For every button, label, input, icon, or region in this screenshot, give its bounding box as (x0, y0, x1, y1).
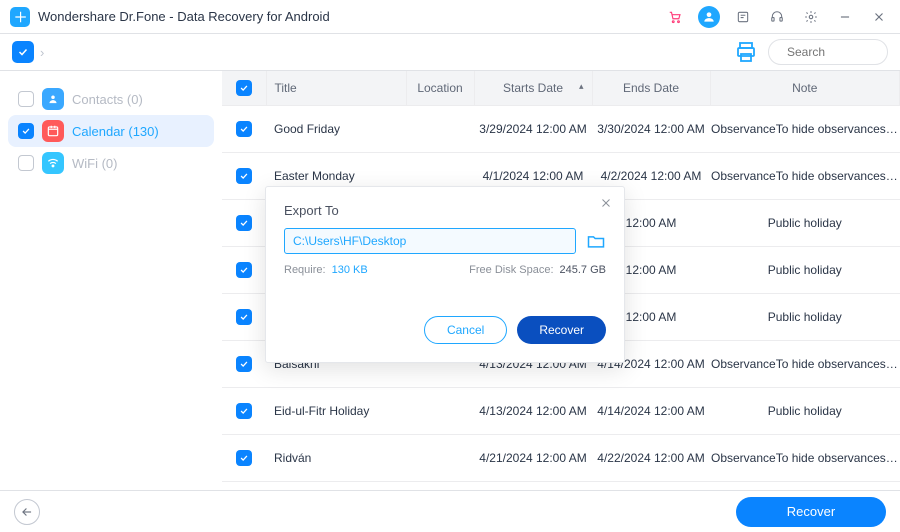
checkbox[interactable] (18, 91, 34, 107)
calendar-icon (42, 120, 64, 142)
app-logo (10, 7, 30, 27)
checkbox[interactable] (18, 155, 34, 171)
header-note[interactable]: Note (710, 71, 900, 105)
close-icon[interactable] (596, 193, 616, 213)
sidebar: Contacts (0) Calendar (130) WiFi (0) (0, 71, 222, 490)
search-input[interactable] (768, 39, 888, 65)
require-label: Require:130 KB (284, 264, 368, 276)
search-field[interactable] (785, 44, 900, 60)
browse-folder-icon[interactable] (586, 231, 606, 251)
cell-note: ObservanceTo hide observances, go to… (710, 105, 900, 152)
header-ends-date[interactable]: Ends Date (592, 71, 710, 105)
wifi-icon (42, 152, 64, 174)
cell-starts: 4/21/2024 12:00 AM (474, 434, 592, 481)
cart-icon[interactable] (664, 6, 686, 28)
sidebar-item-wifi[interactable]: WiFi (0) (8, 147, 214, 179)
recover-button[interactable]: Recover (736, 497, 886, 527)
row-checkbox[interactable] (236, 403, 252, 419)
toolbar: › (0, 34, 900, 70)
row-checkbox[interactable] (236, 262, 252, 278)
cell-starts: 3/29/2024 12:00 AM (474, 105, 592, 152)
cell-note: Public holiday (710, 387, 900, 434)
cell-note: ObservanceTo hide observances, go to… (710, 152, 900, 199)
footer: Recover (0, 490, 900, 532)
cell-location (406, 434, 474, 481)
print-icon[interactable] (734, 40, 758, 64)
cell-ends: 3/30/2024 12:00 AM (592, 105, 710, 152)
close-window-icon[interactable] (868, 6, 890, 28)
export-modal: Export To Require:130 KB Free Disk Space… (265, 186, 625, 363)
header-title[interactable]: Title (266, 71, 406, 105)
window-title: Wondershare Dr.Fone - Data Recovery for … (38, 9, 330, 24)
table-row[interactable]: Eid-ul-Fitr Holiday 4/13/2024 12:00 AM4/1… (222, 387, 900, 434)
back-button[interactable] (14, 499, 40, 525)
cell-location (406, 387, 474, 434)
cell-note: ObservanceTo hide observances, go to… (710, 340, 900, 387)
cell-note: Public holiday (710, 246, 900, 293)
export-path-input[interactable] (284, 228, 576, 254)
row-checkbox[interactable] (236, 121, 252, 137)
header-location[interactable]: Location (406, 71, 474, 105)
row-checkbox[interactable] (236, 309, 252, 325)
header-starts-date[interactable]: Starts Date (474, 71, 592, 105)
sidebar-item-label: Contacts (0) (72, 92, 204, 107)
gear-icon[interactable] (800, 6, 822, 28)
feedback-icon[interactable] (732, 6, 754, 28)
sidebar-item-contacts[interactable]: Contacts (0) (8, 83, 214, 115)
sidebar-item-label: Calendar (130) (72, 124, 204, 139)
breadcrumb-chevron-icon: › (40, 45, 44, 60)
table-row[interactable]: Good Friday 3/29/2024 12:00 AM3/30/2024 1… (222, 105, 900, 152)
select-all-checkbox[interactable] (12, 41, 34, 63)
row-checkbox[interactable] (236, 356, 252, 372)
user-icon[interactable] (698, 6, 720, 28)
sidebar-item-calendar[interactable]: Calendar (130) (8, 115, 214, 147)
cell-note: Public holiday (710, 199, 900, 246)
cell-title: Eid-ul-Fitr Holiday (266, 387, 406, 434)
cell-location (406, 105, 474, 152)
row-checkbox[interactable] (236, 450, 252, 466)
cell-title: Ridván (266, 434, 406, 481)
free-space-label: Free Disk Space:245.7 GB (469, 264, 606, 276)
minimize-icon[interactable] (834, 6, 856, 28)
cell-note: Public holiday (710, 293, 900, 340)
table-row[interactable]: Ridván 4/21/2024 12:00 AM4/22/2024 12:00 … (222, 434, 900, 481)
cell-title: Good Friday (266, 105, 406, 152)
cell-ends: 4/22/2024 12:00 AM (592, 434, 710, 481)
cancel-button[interactable]: Cancel (424, 316, 507, 344)
row-checkbox[interactable] (236, 168, 252, 184)
cell-starts: 4/13/2024 12:00 AM (474, 387, 592, 434)
checkbox[interactable] (18, 123, 34, 139)
contacts-icon (42, 88, 64, 110)
cell-ends: 4/14/2024 12:00 AM (592, 387, 710, 434)
headset-icon[interactable] (766, 6, 788, 28)
modal-recover-button[interactable]: Recover (517, 316, 606, 344)
row-checkbox[interactable] (236, 215, 252, 231)
titlebar: Wondershare Dr.Fone - Data Recovery for … (0, 0, 900, 34)
sidebar-item-label: WiFi (0) (72, 156, 204, 171)
header-checkbox[interactable] (222, 71, 266, 105)
cell-note: ObservanceTo hide observances, go to… (710, 434, 900, 481)
modal-title: Export To (284, 203, 606, 218)
